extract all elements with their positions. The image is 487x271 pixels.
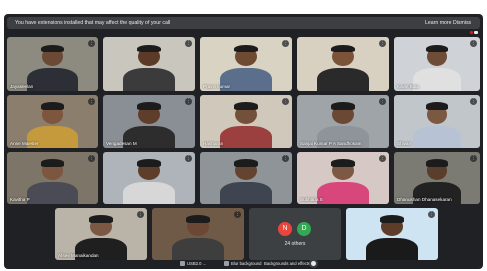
participant-name: Vengadesan M bbox=[106, 141, 137, 146]
more-options-icon[interactable]: ⋮ bbox=[470, 98, 477, 105]
more-options-icon[interactable]: ⋮ bbox=[470, 155, 477, 162]
participant-tile[interactable]: ⋮ Vengadesan M bbox=[103, 95, 195, 148]
participant-name: Subhaba S bbox=[300, 197, 323, 202]
backgrounds-effects-button[interactable]: Backgrounds and effects bbox=[264, 260, 310, 267]
more-options-icon[interactable]: ⋮ bbox=[379, 98, 386, 105]
participant-tile[interactable]: ⋮ Subhaba S bbox=[297, 152, 389, 204]
participant-tile[interactable]: ⋮ bbox=[103, 152, 195, 204]
participant-tile[interactable]: ⋮ Anne Maester bbox=[7, 95, 98, 148]
participant-tile[interactable]: ⋮ bbox=[103, 37, 195, 91]
participant-tile[interactable]: ⋮ Pravin kumar bbox=[200, 37, 292, 91]
bottom-toolbar: USB2.0 ... Blur background Backgrounds a… bbox=[4, 258, 483, 269]
participant-name: Dhanushan Dhanasekaran bbox=[397, 197, 452, 202]
participant-name: Sanjai Kumar P A Sandhosam bbox=[300, 141, 362, 146]
participant-tile[interactable]: ⋮ Kavitha P bbox=[7, 152, 98, 204]
more-options-icon[interactable]: ⋮ bbox=[88, 155, 95, 162]
participant-name: Shivan bbox=[397, 141, 412, 146]
participant-tile[interactable]: ⋮ Hariharan bbox=[200, 95, 292, 148]
participant-tile[interactable]: ⋮ bbox=[200, 152, 292, 204]
more-options-icon[interactable]: ⋮ bbox=[137, 211, 144, 218]
participant-name: Kavin Bala bbox=[397, 84, 419, 89]
participant-name: Hariharan bbox=[203, 141, 224, 146]
participant-tile[interactable]: ⋮ bbox=[152, 208, 244, 260]
more-options-icon[interactable]: ⋮ bbox=[282, 40, 289, 47]
others-count-label: 24 others bbox=[284, 241, 306, 247]
effects-label: Backgrounds and effects bbox=[264, 261, 311, 266]
more-options-icon[interactable]: ⋮ bbox=[379, 155, 386, 162]
blur-icon bbox=[224, 261, 229, 267]
camera-label: USB2.0 ... bbox=[187, 261, 207, 266]
participant-tile[interactable]: ⋮ bbox=[297, 37, 389, 91]
more-options-icon[interactable]: ⋮ bbox=[428, 211, 435, 218]
more-options-icon[interactable]: ⋮ bbox=[282, 98, 289, 105]
blur-background-button[interactable]: Blur background bbox=[224, 260, 262, 267]
more-options-icon[interactable]: ⋮ bbox=[88, 98, 95, 105]
camera-icon bbox=[180, 261, 185, 267]
self-view-tile[interactable]: ⋮ bbox=[346, 208, 438, 260]
participant-name: Kavitha P bbox=[10, 197, 30, 202]
more-options-icon[interactable]: ⋮ bbox=[185, 155, 192, 162]
meeting-window: You have extensions installed that may a… bbox=[4, 14, 483, 269]
blur-label: Blur background bbox=[231, 261, 262, 266]
others-tile[interactable]: N D 24 others bbox=[249, 208, 341, 260]
more-options-icon[interactable]: ⋮ bbox=[470, 40, 477, 47]
banner-message: You have extensions installed that may a… bbox=[15, 20, 171, 26]
camera-select-button[interactable]: USB2.0 ... bbox=[180, 260, 206, 267]
extensions-warning-banner: You have extensions installed that may a… bbox=[7, 17, 480, 29]
more-options-icon[interactable]: ⋮ bbox=[185, 98, 192, 105]
participant-tile[interactable]: ⋮ Dhanushan Dhanasekaran bbox=[394, 152, 480, 204]
settings-icon[interactable] bbox=[309, 259, 318, 268]
avatar: D bbox=[297, 222, 311, 236]
more-options-icon[interactable]: ⋮ bbox=[282, 155, 289, 162]
more-options-icon[interactable]: ⋮ bbox=[88, 40, 95, 47]
learn-more-link[interactable]: Learn more bbox=[425, 17, 452, 29]
dismiss-button[interactable]: Dismiss bbox=[453, 17, 471, 29]
participant-name: Anne Maester bbox=[10, 141, 39, 146]
participant-name: Jayaseelan bbox=[10, 84, 34, 89]
more-options-icon[interactable]: ⋮ bbox=[379, 40, 386, 47]
avatar: N bbox=[278, 222, 292, 236]
participant-tile[interactable]: ⋮ Jayaseelan bbox=[7, 37, 98, 91]
participant-name: Pravin kumar bbox=[203, 84, 231, 89]
more-options-icon[interactable]: ⋮ bbox=[185, 40, 192, 47]
more-options-icon[interactable]: ⋮ bbox=[234, 211, 241, 218]
participant-tile[interactable]: ⋮ Afsee Manaikandan bbox=[55, 208, 147, 260]
participant-tile[interactable]: ⋮ Shivan bbox=[394, 95, 480, 148]
participant-tile[interactable]: ⋮ Sanjai Kumar P A Sandhosam bbox=[297, 95, 389, 148]
participant-tile[interactable]: ⋮ Kavin Bala bbox=[394, 37, 480, 91]
